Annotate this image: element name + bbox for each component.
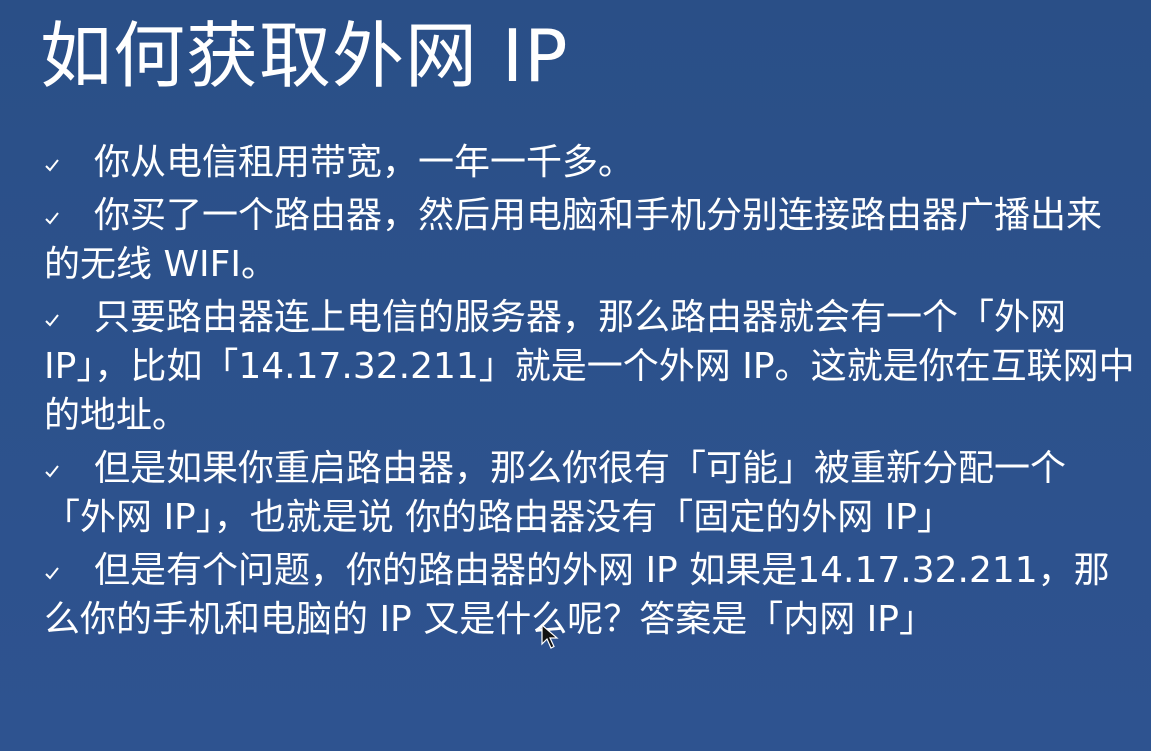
check-icon: [44, 157, 60, 173]
slide-title: 如何获取外网 IP: [40, 14, 569, 98]
check-icon: [44, 312, 60, 328]
bullet-item: 你从电信租用带宽，一年一千多。: [0, 138, 1151, 187]
bullet-text: 但是有个问题，你的路由器的外网 IP 如果是14.17.32.211，那么你的手…: [44, 550, 1110, 640]
bullet-text: 你从电信租用带宽，一年一千多。: [94, 142, 635, 183]
bullet-item: 但是如果你重启路由器，那么你很有「可能」被重新分配一个「外网 IP」，也就是说 …: [0, 444, 1151, 542]
bullet-item: 但是有个问题，你的路由器的外网 IP 如果是14.17.32.211，那么你的手…: [0, 546, 1151, 644]
bullet-list: 你从电信租用带宽，一年一千多。 你买了一个路由器，然后用电脑和手机分别连接路由器…: [0, 138, 1151, 648]
bullet-text: 只要路由器连上电信的服务器，那么路由器就会有一个「外网 IP」，比如「14.17…: [44, 297, 1135, 436]
bullet-text: 你买了一个路由器，然后用电脑和手机分别连接路由器广播出来的无线 WIFI。: [44, 195, 1103, 285]
check-icon: [44, 210, 60, 226]
slide: 如何获取外网 IP 你从电信租用带宽，一年一千多。 你买了一个路由器，然后用电脑…: [0, 0, 1151, 751]
check-icon: [44, 565, 60, 581]
mouse-pointer-icon: [541, 623, 559, 650]
bullet-text: 但是如果你重启路由器，那么你很有「可能」被重新分配一个「外网 IP」，也就是说 …: [44, 448, 1067, 538]
check-icon: [44, 463, 60, 479]
bullet-item: 只要路由器连上电信的服务器，那么路由器就会有一个「外网 IP」，比如「14.17…: [0, 293, 1151, 440]
bullet-item: 你买了一个路由器，然后用电脑和手机分别连接路由器广播出来的无线 WIFI。: [0, 191, 1151, 289]
